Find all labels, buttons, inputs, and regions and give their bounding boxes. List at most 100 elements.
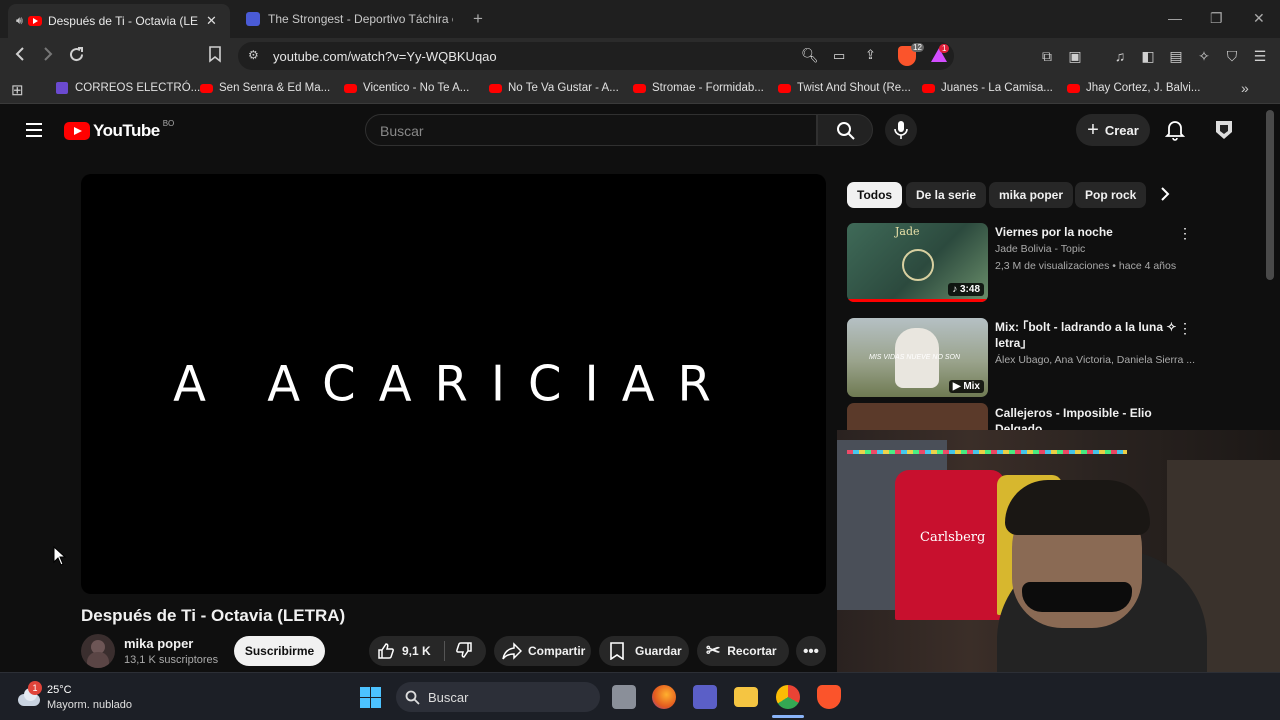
account-avatar[interactable] — [1213, 119, 1235, 141]
windows-start-icon[interactable] — [360, 687, 381, 708]
channel-name[interactable]: mika poper — [124, 636, 193, 651]
create-button[interactable]: + Crear — [1076, 114, 1150, 146]
leo-ai-icon[interactable]: ✧ — [1195, 47, 1213, 65]
task-view-icon[interactable] — [612, 685, 636, 709]
zoom-icon[interactable]: 🔍︎ — [801, 47, 819, 64]
video-title: Después de Ti - Octavia (LETRA) — [81, 606, 346, 625]
media-icon[interactable]: ♫ — [1111, 47, 1129, 65]
recommended-video[interactable]: MIS VIDAS NUEVE NO SON ▶︎ Mix Mix: ｢bolt… — [847, 318, 1195, 398]
page-scrollbar[interactable] — [1266, 110, 1274, 280]
dislike-button[interactable] — [445, 641, 473, 662]
like-button[interactable]: 9,1 K — [369, 642, 444, 660]
search-button[interactable] — [817, 114, 873, 146]
share-button[interactable]: Compartir — [494, 636, 591, 666]
sidebar-icon[interactable]: ◧ — [1139, 47, 1157, 65]
recommended-title: Callejeros - Imposible - Elio Delgado — [995, 406, 1152, 433]
file-explorer-icon[interactable] — [734, 687, 758, 707]
browser-toolbar: ⚙︎ youtube.com/watch?v=Yy-WQBKUqao 🔍︎ ▭ … — [0, 38, 1280, 74]
close-window-icon[interactable]: ✕ — [1253, 10, 1265, 27]
maximize-icon[interactable]: ❐ — [1210, 10, 1223, 27]
tab-the-strongest[interactable]: The Strongest - Deportivo Táchira en — [238, 6, 463, 32]
save-button[interactable]: Guardar — [599, 636, 689, 666]
close-tab-icon[interactable]: ✕ — [206, 13, 217, 29]
recommended-video[interactable]: Jade ♪ 3:48 Viernes por la noche Jade Bo… — [847, 223, 1192, 303]
chrome-icon[interactable] — [776, 685, 800, 709]
recommended-title: Mix: ｢bolt - ladrando a la luna ✧ letra｣ — [995, 320, 1177, 350]
bookmark-favicon-icon — [56, 82, 68, 94]
channel-avatar[interactable] — [81, 634, 115, 668]
minimize-icon[interactable]: — — [1168, 10, 1182, 26]
chip-de-la-serie[interactable]: De la serie — [906, 182, 987, 208]
more-bookmarks-icon[interactable]: » — [1241, 80, 1249, 96]
clip-button[interactable]: ✂ Recortar — [697, 636, 789, 666]
video-player[interactable]: A ACARICIAR — [81, 174, 826, 594]
chip-channel[interactable]: mika poper — [989, 182, 1074, 208]
chip-todos[interactable]: Todos — [847, 182, 903, 208]
bookmark-item[interactable]: No Te Va Gustar - A... — [489, 82, 619, 94]
speaker-icon: 🔊︎ — [16, 14, 23, 27]
red-jersey — [895, 470, 1005, 620]
more-actions-icon[interactable]: ••• — [796, 636, 826, 666]
bookmark-item[interactable]: Stromae - Formidab... — [633, 82, 764, 94]
bookmark-item[interactable]: Jhay Cortez, J. Balvi... — [1067, 82, 1200, 94]
thumbs-up-icon — [378, 643, 394, 659]
brave-icon[interactable] — [817, 685, 841, 709]
notifications-icon[interactable] — [1164, 119, 1186, 146]
site-info-icon[interactable]: ⚙︎ — [248, 48, 259, 62]
subscribe-button[interactable]: Suscribirme — [234, 636, 325, 666]
vpn-icon[interactable]: ⛉ — [1223, 47, 1241, 65]
bookmark-item[interactable]: CORREOS ELECTRÓ... — [56, 82, 200, 94]
thumbs-down-icon — [456, 641, 472, 658]
teams-icon[interactable] — [693, 685, 717, 709]
chevron-right-icon[interactable] — [1159, 186, 1171, 207]
extensions-icon[interactable]: ⧉ — [1038, 47, 1056, 65]
scissors-icon: ✂ — [706, 641, 721, 660]
screenshot-icon[interactable]: ▣ — [1066, 47, 1084, 65]
youtube-favicon-icon — [633, 83, 646, 93]
sunglasses — [1022, 582, 1132, 612]
bookmark-item[interactable]: Twist And Shout (Re... — [778, 82, 911, 94]
more-options-icon[interactable]: ⋮ — [1178, 320, 1192, 337]
guide-menu-icon[interactable] — [26, 123, 42, 141]
new-tab-button[interactable]: + — [473, 9, 483, 29]
cast-icon[interactable]: ▭ — [833, 48, 845, 64]
search-input[interactable]: Buscar — [365, 114, 817, 146]
video-thumbnail[interactable]: Jade ♪ 3:48 — [847, 223, 988, 302]
reload-icon[interactable] — [68, 46, 85, 68]
youtube-favicon-icon — [489, 83, 502, 93]
led-lights — [847, 450, 1127, 454]
notification-badge: 1 — [28, 681, 42, 695]
recommended-channel: Álex Ubago, Ana Victoria, Daniela Sierra… — [995, 354, 1195, 366]
tab-title: Después de Ti - Octavia (LETR — [47, 14, 198, 28]
bookmark-icon[interactable] — [208, 46, 222, 68]
mix-badge: ▶︎ Mix — [948, 380, 984, 393]
bookmark-item[interactable]: Vicentico - No Te A... — [344, 82, 469, 94]
bookmark-item[interactable]: Sen Senra & Ed Ma... — [200, 82, 330, 94]
forward-icon[interactable] — [41, 46, 55, 67]
bookmark-item[interactable]: Juanes - La Camisa... — [922, 82, 1053, 94]
back-icon[interactable] — [13, 46, 27, 67]
youtube-play-icon — [64, 122, 90, 140]
microphone-icon — [894, 121, 908, 139]
video-thumbnail[interactable] — [847, 403, 988, 433]
mouse-cursor-icon — [53, 545, 67, 571]
taskbar-search[interactable]: Buscar — [396, 682, 600, 712]
wallet-icon[interactable]: ▤ — [1167, 47, 1185, 65]
share-page-icon[interactable]: ⇪ — [865, 47, 876, 63]
address-bar[interactable]: ⚙︎ youtube.com/watch?v=Yy-WQBKUqao 🔍︎ ▭ … — [238, 42, 954, 70]
chip-pop-rock[interactable]: Pop rock — [1075, 182, 1147, 208]
voice-search-button[interactable] — [885, 114, 917, 146]
video-thumbnail[interactable]: MIS VIDAS NUEVE NO SON ▶︎ Mix — [847, 318, 988, 397]
tab-youtube[interactable]: 🔊︎ Después de Ti - Octavia (LETR ✕ — [8, 4, 230, 38]
firefox-icon[interactable] — [652, 685, 676, 709]
menu-icon[interactable]: ☰ — [1251, 47, 1269, 65]
recommended-video[interactable]: Callejeros - Imposible - Elio Delgado ⋮ — [847, 403, 1177, 433]
apps-grid-icon[interactable]: ⊞ — [11, 81, 24, 99]
temperature: 25°C — [47, 684, 72, 696]
youtube-logo[interactable]: YouTube BO — [64, 119, 174, 141]
active-app-indicator — [772, 715, 804, 718]
browser-tab-bar: 🔊︎ Después de Ti - Octavia (LETR ✕ The S… — [0, 0, 1280, 38]
youtube-favicon-icon — [344, 83, 357, 93]
youtube-favicon-icon — [27, 16, 42, 26]
more-options-icon[interactable]: ⋮ — [1178, 225, 1192, 242]
